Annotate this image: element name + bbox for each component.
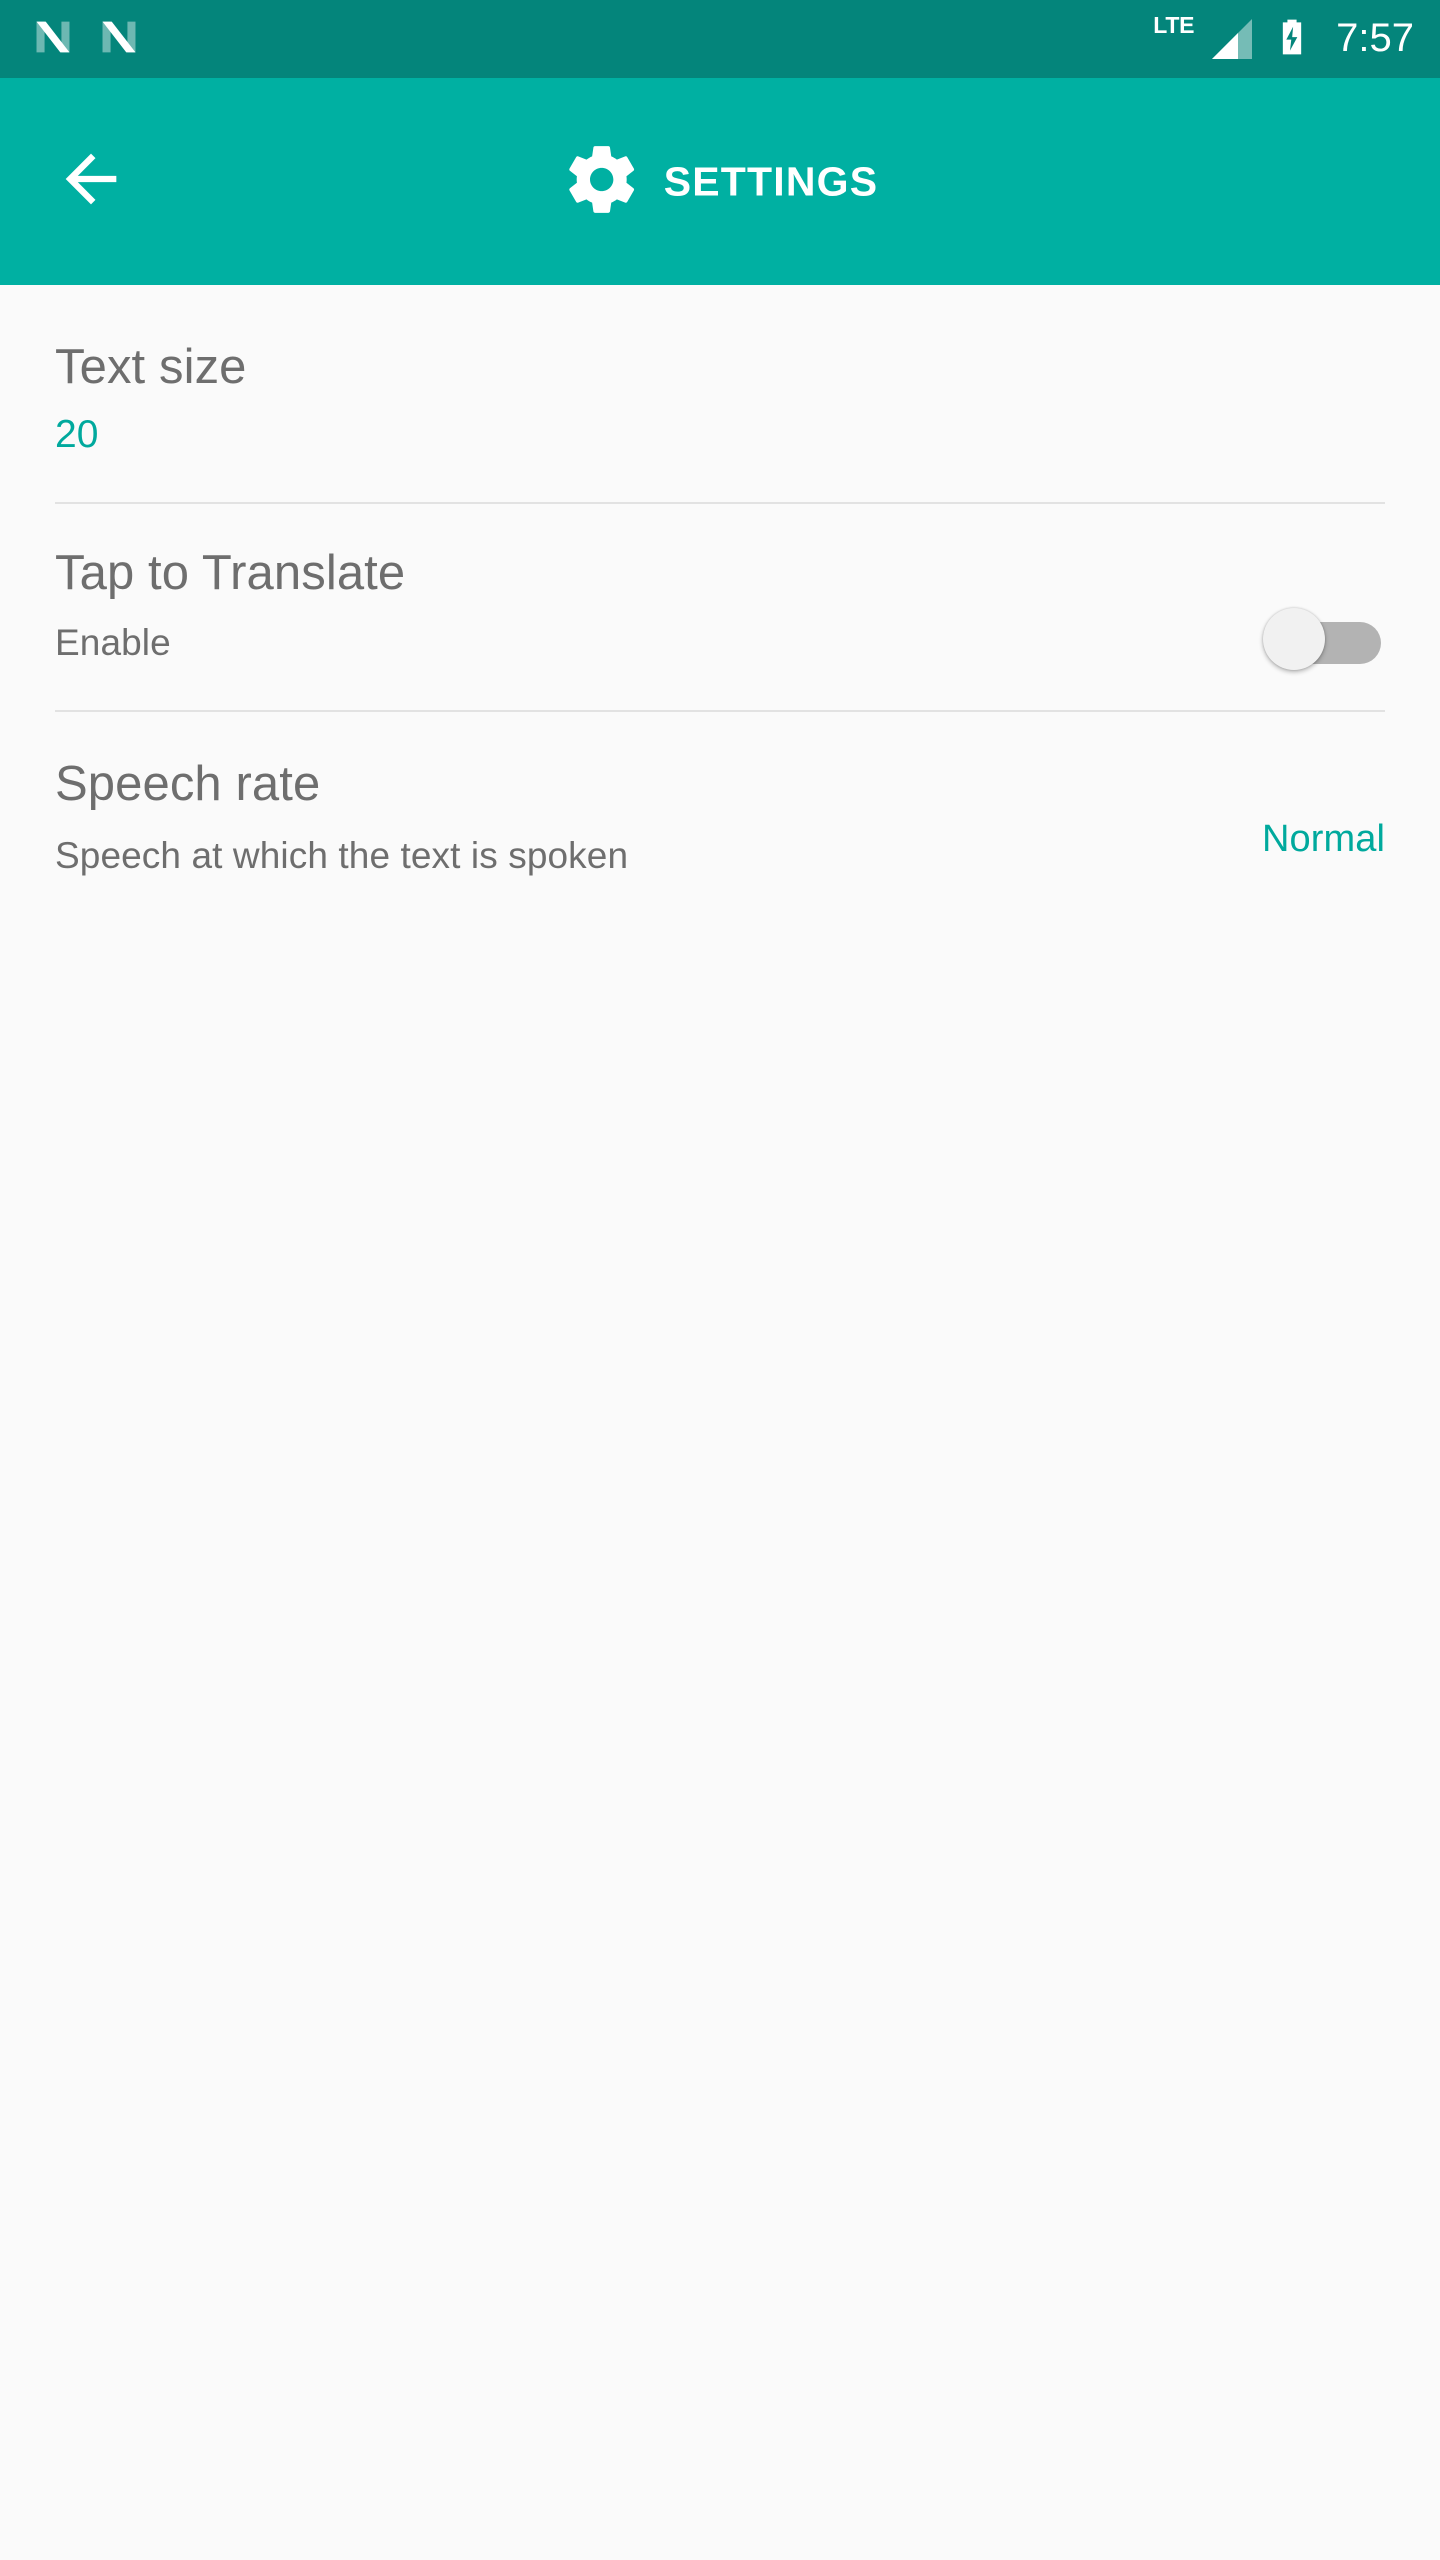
status-bar-notifications [30,14,142,65]
setting-value-text-size: 20 [55,412,99,456]
setting-row-text-size[interactable]: Text size 20 [0,285,1440,502]
setting-row-speech-rate[interactable]: Speech rate Speech at which the text is … [0,711,1440,923]
status-bar: LTE 7:57 [0,0,1440,78]
settings-gear-icon [562,139,642,224]
setting-title: Speech rate [55,756,321,811]
signal-bars-icon [1208,15,1256,63]
app-bar: SETTINGS [0,78,1440,285]
page-title: SETTINGS [663,158,879,204]
setting-title: Tap to Translate [55,545,406,600]
android-n-logo-icon [96,14,142,65]
app-bar-title-group: SETTINGS [562,139,879,224]
status-bar-clock: 7:57 [1336,15,1414,60]
setting-subtitle: Speech at which the text is spoken [55,834,629,876]
toggle-thumb [1263,607,1325,670]
setting-subtitle: Enable [55,621,171,663]
android-n-logo-icon [30,14,76,65]
settings-list: Text size 20 Tap to Translate Enable Spe… [0,285,1440,923]
tap-to-translate-toggle[interactable] [1263,607,1385,670]
battery-charging-icon [1270,15,1314,64]
app-screen: LTE 7:57 SETTINGS Text size 20 Tap to Tr… [0,0,1440,2560]
arrow-back-icon [53,141,129,222]
setting-value-speech-rate[interactable]: Normal [1262,817,1385,862]
status-bar-system-icons: LTE 7:57 [1153,11,1414,64]
setting-row-tap-to-translate[interactable]: Tap to Translate Enable [0,503,1440,710]
lte-label: LTE [1153,11,1195,38]
setting-title: Text size [55,340,247,394]
back-button[interactable] [36,127,146,237]
